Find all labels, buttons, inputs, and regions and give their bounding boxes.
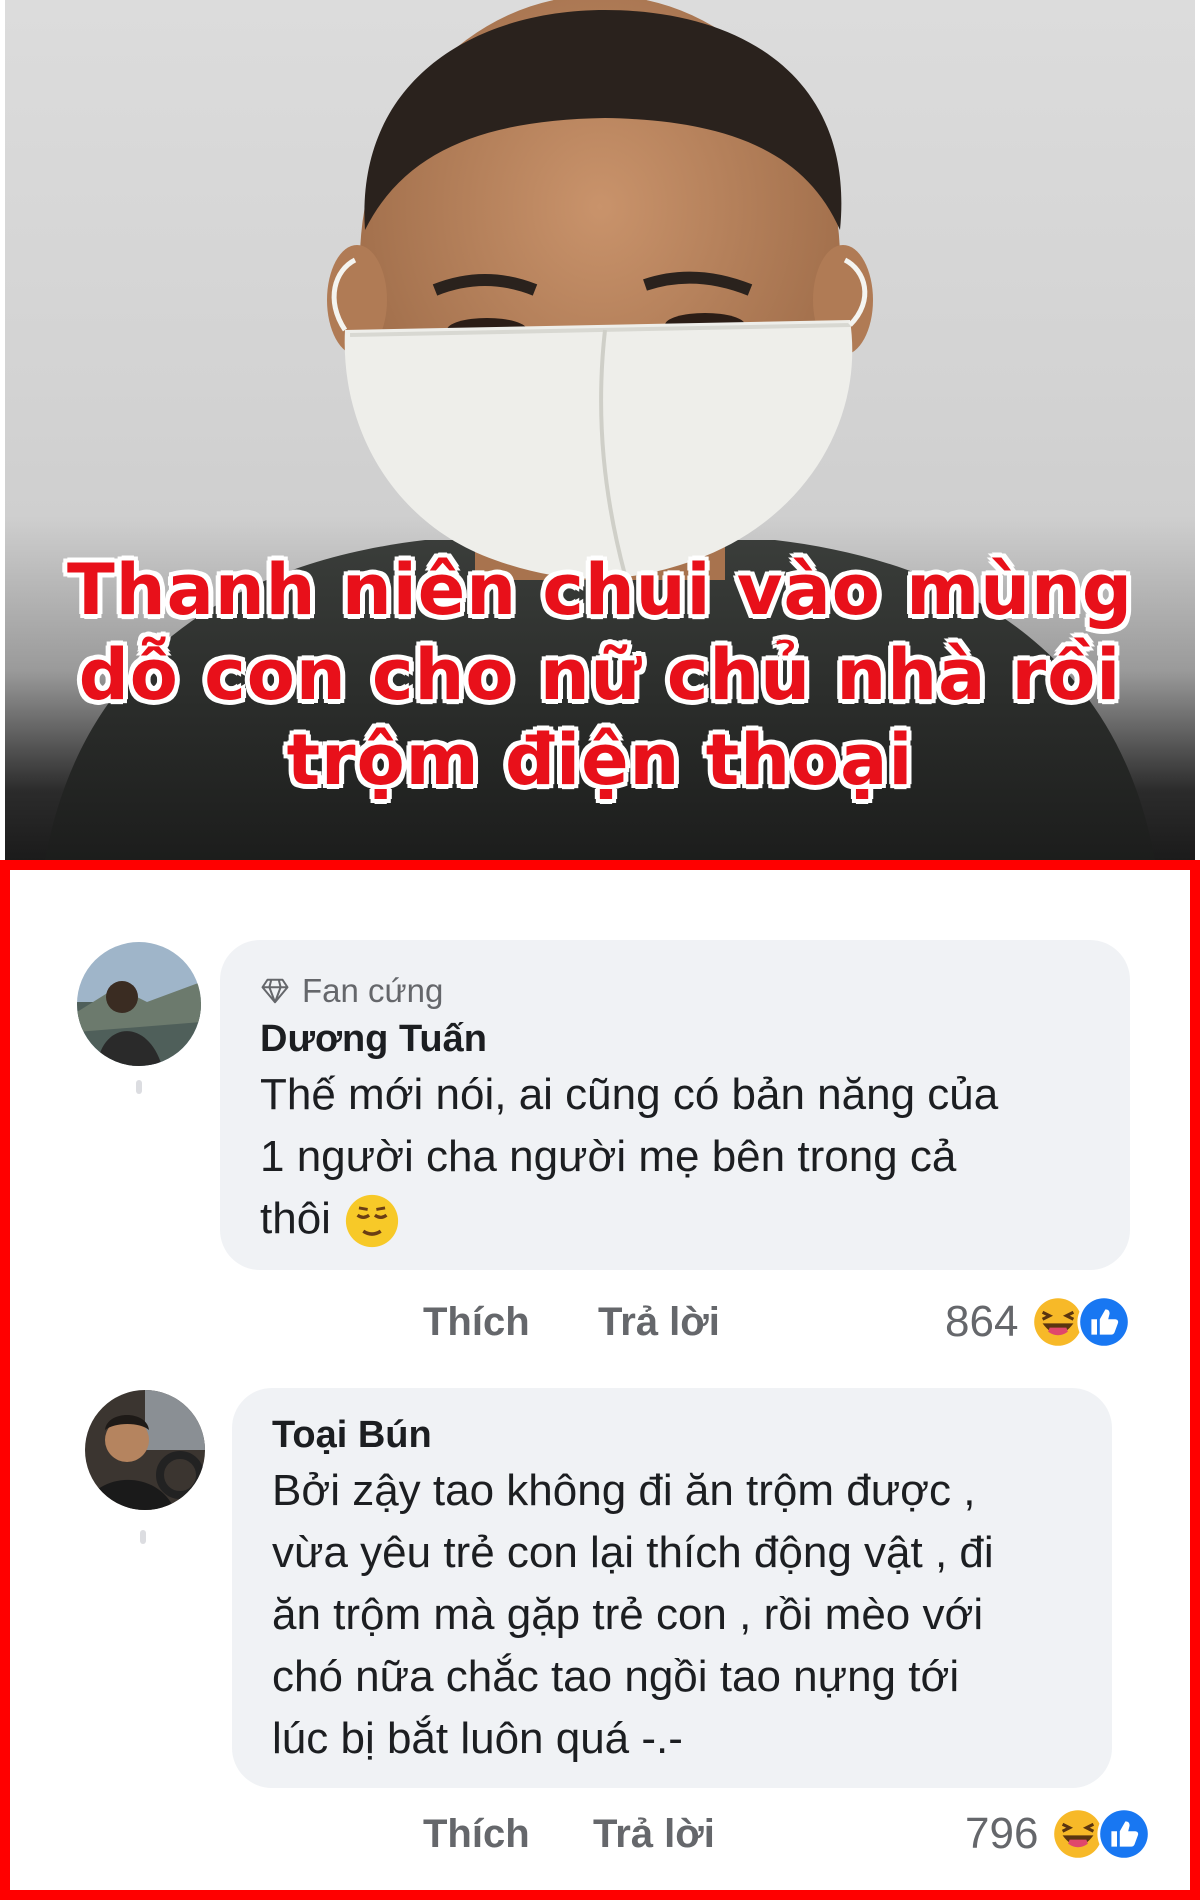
diamond-icon	[261, 978, 289, 1004]
comment-line: lúc bị bắt luôn quá -.-	[272, 1714, 683, 1763]
comment-author[interactable]: Toại Bún	[272, 1410, 1112, 1460]
reaction-count: 796	[965, 1809, 1039, 1858]
like-button[interactable]: Thích	[423, 1300, 530, 1345]
like-button[interactable]: Thích	[423, 1812, 530, 1857]
comment-text: Thế mới nói, ai cũng có bản năng của 1 n…	[260, 1064, 1130, 1250]
reply-button[interactable]: Trả lời	[593, 1812, 715, 1857]
thread-line	[136, 1080, 142, 1094]
avatar-photo-icon	[85, 1390, 205, 1510]
thread-line	[140, 1530, 146, 1544]
reaction-count: 864	[945, 1297, 1019, 1346]
reply-button[interactable]: Trả lời	[598, 1300, 720, 1345]
comment-line: chó nữa chắc tao ngồi tao nựng tới	[272, 1652, 960, 1701]
headline-line-3: trộm điện thoại	[286, 719, 914, 801]
avatar-photo-icon	[77, 942, 201, 1066]
reaction-summary[interactable]: 864	[945, 1294, 1132, 1350]
badge-label: Fan cứng	[302, 972, 444, 1009]
comment-line: 1 người cha người mẹ bên trong cả	[260, 1132, 957, 1181]
headline: Thanh niên chui vào mùng dỗ con cho nữ c…	[5, 548, 1195, 803]
comment-line: Bởi zậy tao không đi ăn trộm được ,	[272, 1466, 976, 1515]
like-reaction-icon	[1077, 1295, 1132, 1349]
comment-text: Bởi zậy tao không đi ăn trộm được , vừa …	[272, 1460, 1112, 1770]
avatar[interactable]	[77, 942, 201, 1066]
comment-author[interactable]: Dương Tuấn	[260, 1014, 1130, 1064]
like-reaction-icon	[1097, 1807, 1152, 1861]
comment-line: vừa yêu trẻ con lại thích động vật , đi	[272, 1528, 994, 1577]
comment-line: Thế mới nói, ai cũng có bản năng của	[260, 1070, 999, 1119]
headline-line-1: Thanh niên chui vào mùng	[67, 549, 1133, 631]
comment-line: thôi	[260, 1188, 1130, 1250]
headline-line-2: dỗ con cho nữ chủ nhà rồi	[78, 634, 1122, 716]
comment-line-text: thôi	[260, 1194, 331, 1243]
news-photo: Thanh niên chui vào mùng dỗ con cho nữ c…	[5, 0, 1195, 860]
comment-bubble: Fan cứng Dương Tuấn Thế mới nói, ai cũng…	[220, 940, 1130, 1270]
reaction-summary[interactable]: 796	[965, 1806, 1152, 1862]
comment-line: ăn trộm mà gặp trẻ con , rồi mèo với	[272, 1590, 984, 1639]
comments-frame: Fan cứng Dương Tuấn Thế mới nói, ai cũng…	[0, 860, 1200, 1900]
comment-bubble: Toại Bún Bởi zậy tao không đi ăn trộm đư…	[232, 1388, 1112, 1788]
relieved-face-icon	[346, 1195, 399, 1248]
fan-badge: Fan cứng	[260, 968, 1130, 1014]
avatar[interactable]	[85, 1390, 205, 1510]
